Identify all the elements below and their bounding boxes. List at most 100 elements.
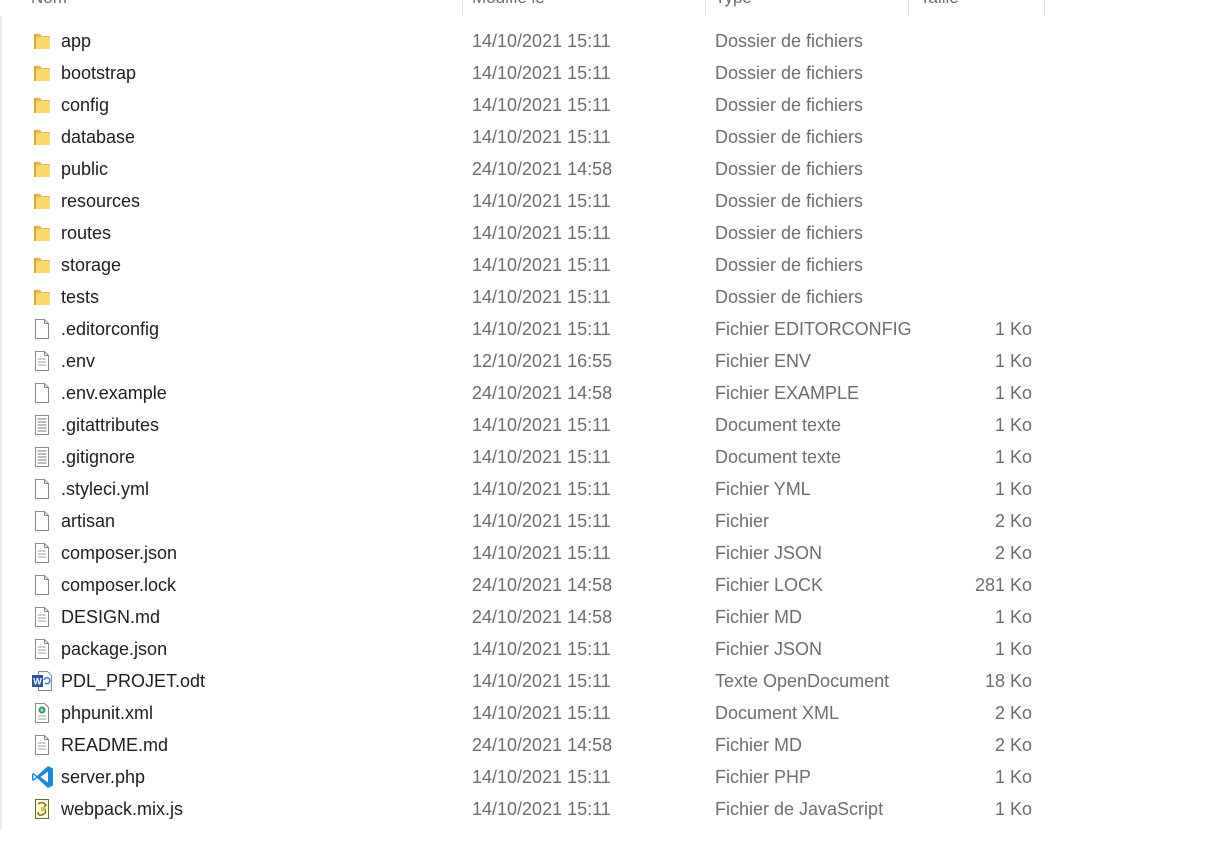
file-row[interactable]: composer.json 14/10/2021 15:11 Fichier JSO…: [0, 537, 1045, 569]
lined-file-icon: [31, 542, 53, 564]
file-type: Dossier de fichiers: [715, 95, 864, 115]
file-row[interactable]: webpack.mix.js 14/10/2021 15:11 Fichier de…: [0, 793, 1045, 825]
file-type: Fichier ENV: [715, 351, 812, 371]
file-modified-date: 12/10/2021 16:55: [472, 351, 613, 371]
file-row[interactable]: .gitattributes 14/10/2021 15:11 Document t…: [0, 409, 1045, 441]
file-size: 281 Ko: [974, 575, 1032, 595]
file-name: database: [61, 127, 136, 147]
file-row[interactable]: package.json 14/10/2021 15:11 Fichier JSON…: [0, 633, 1045, 665]
file-row[interactable]: server.php 14/10/2021 15:11 Fichier PHP 1 K…: [0, 761, 1045, 793]
file-row[interactable]: app 14/10/2021 15:11 Dossier de fichiers: [0, 25, 1045, 57]
file-size: 18 Ko: [984, 671, 1032, 691]
file-size: 1 Ko: [994, 447, 1032, 467]
file-row[interactable]: resources 14/10/2021 15:11 Dossier de fich…: [0, 185, 1045, 217]
column-divider[interactable]: [1044, 0, 1045, 16]
file-name: storage: [61, 255, 122, 275]
file-type: Dossier de fichiers: [715, 255, 864, 275]
file-modified-date: 14/10/2021 15:11: [472, 703, 611, 723]
file-type: Dossier de fichiers: [715, 287, 864, 307]
file-modified-date: 14/10/2021 15:11: [472, 671, 611, 691]
file-row[interactable]: bootstrap 14/10/2021 15:11 Dossier de fich…: [0, 57, 1045, 89]
file-row[interactable]: .env.example 24/10/2021 14:58 Fichier EXAM…: [0, 377, 1045, 409]
file-row[interactable]: storage 14/10/2021 15:11 Dossier de fichie…: [0, 249, 1045, 281]
file-type: Dossier de fichiers: [715, 191, 864, 211]
file-row[interactable]: .env 12/10/2021 16:55 Fichier ENV 1 Ko: [0, 345, 1045, 377]
file-row[interactable]: .editorconfig 14/10/2021 15:11 Fichier EDI…: [0, 313, 1045, 345]
file-modified-date: 14/10/2021 15:11: [472, 191, 611, 211]
file-list: app 14/10/2021 15:11 Dossier de fichiers b…: [0, 25, 1045, 825]
file-name: .editorconfig: [61, 319, 160, 339]
file-name: phpunit.xml: [61, 703, 154, 723]
file-modified-date: 14/10/2021 15:11: [472, 447, 611, 467]
file-name: artisan: [61, 511, 116, 531]
file-row[interactable]: routes 14/10/2021 15:11 Dossier de fichier…: [0, 217, 1045, 249]
file-name: app: [61, 31, 92, 51]
file-row[interactable]: .styleci.yml 14/10/2021 15:11 Fichier YML 1…: [0, 473, 1045, 505]
blank-file-icon: [31, 574, 53, 596]
file-name: .gitignore: [61, 447, 136, 467]
file-row[interactable]: W PDL_PROJET.odt 14/10/2021 15:11 Texte Op…: [0, 665, 1045, 697]
file-type: Fichier EDITORCONFIG: [715, 319, 912, 339]
file-size: 2 Ko: [994, 735, 1032, 755]
file-row[interactable]: database 14/10/2021 15:11 Dossier de fichi…: [0, 121, 1045, 153]
blank-file-icon: [31, 382, 53, 404]
file-name: resources: [61, 191, 141, 211]
file-modified-date: 24/10/2021 14:58: [472, 383, 613, 403]
file-row[interactable]: README.md 24/10/2021 14:58 Fichier MD 2 Ko: [0, 729, 1045, 761]
text-file-icon: [31, 414, 53, 436]
file-name: .env.example: [61, 383, 167, 403]
file-modified-date: 24/10/2021 14:58: [472, 607, 613, 627]
column-header-type[interactable]: Type: [706, 0, 909, 16]
file-type: Texte OpenDocument: [715, 671, 890, 691]
column-header-name[interactable]: Nom: [0, 0, 463, 16]
file-row[interactable]: tests 14/10/2021 15:11 Dossier de fichiers: [0, 281, 1045, 313]
file-modified-date: 14/10/2021 15:11: [472, 287, 611, 307]
file-type: Document texte: [715, 415, 842, 435]
column-header-modified[interactable]: Modifié le: [463, 0, 706, 16]
file-row[interactable]: .gitignore 14/10/2021 15:11 Document texte…: [0, 441, 1045, 473]
file-size: 1 Ko: [994, 607, 1032, 627]
vscode-icon: [31, 765, 53, 788]
javascript-file-icon: [31, 798, 53, 820]
file-row[interactable]: phpunit.xml 14/10/2021 15:11 Document XML 2…: [0, 697, 1045, 729]
column-header-modified-label: Modifié le: [472, 0, 545, 8]
file-row[interactable]: public 24/10/2021 14:58 Dossier de fichier…: [0, 153, 1045, 185]
file-modified-date: 14/10/2021 15:11: [472, 799, 611, 819]
file-row[interactable]: composer.lock 24/10/2021 14:58 Fichier LOC…: [0, 569, 1045, 601]
word-document-icon: W: [31, 670, 53, 692]
file-modified-date: 24/10/2021 14:58: [472, 735, 613, 755]
file-name: README.md: [61, 735, 169, 755]
file-row[interactable]: config 14/10/2021 15:11 Dossier de fichier…: [0, 89, 1045, 121]
column-header-size-label: Taille: [920, 0, 959, 8]
file-name: composer.json: [61, 543, 178, 563]
folder-icon: [31, 190, 53, 212]
text-file-icon: [31, 446, 53, 468]
folder-icon: [31, 30, 53, 52]
file-name: tests: [61, 287, 100, 307]
file-size: 2 Ko: [994, 703, 1032, 723]
blank-file-icon: [31, 318, 53, 340]
svg-text:W: W: [33, 677, 42, 687]
file-type: Fichier YML: [715, 479, 811, 499]
file-type: Fichier JSON: [715, 543, 823, 563]
file-name: server.php: [61, 767, 146, 787]
file-type: Document XML: [715, 703, 840, 723]
file-size: 1 Ko: [994, 767, 1032, 787]
file-modified-date: 14/10/2021 15:11: [472, 767, 611, 787]
file-modified-date: 14/10/2021 15:11: [472, 127, 611, 147]
file-size: 1 Ko: [994, 351, 1032, 371]
file-size: 1 Ko: [994, 383, 1032, 403]
file-type: Fichier MD: [715, 735, 803, 755]
folder-icon: [31, 254, 53, 276]
file-modified-date: 14/10/2021 15:11: [472, 511, 611, 531]
file-name: .gitattributes: [61, 415, 160, 435]
file-modified-date: 24/10/2021 14:58: [472, 159, 613, 179]
file-row[interactable]: DESIGN.md 24/10/2021 14:58 Fichier MD 1 Ko: [0, 601, 1045, 633]
file-type: Fichier de JavaScript: [715, 799, 884, 819]
file-type: Document texte: [715, 447, 842, 467]
file-modified-date: 14/10/2021 15:11: [472, 479, 611, 499]
column-header-size[interactable]: Taille: [909, 0, 1045, 16]
file-modified-date: 14/10/2021 15:11: [472, 31, 611, 51]
file-type: Fichier MD: [715, 607, 803, 627]
file-row[interactable]: artisan 14/10/2021 15:11 Fichier 2 Ko: [0, 505, 1045, 537]
